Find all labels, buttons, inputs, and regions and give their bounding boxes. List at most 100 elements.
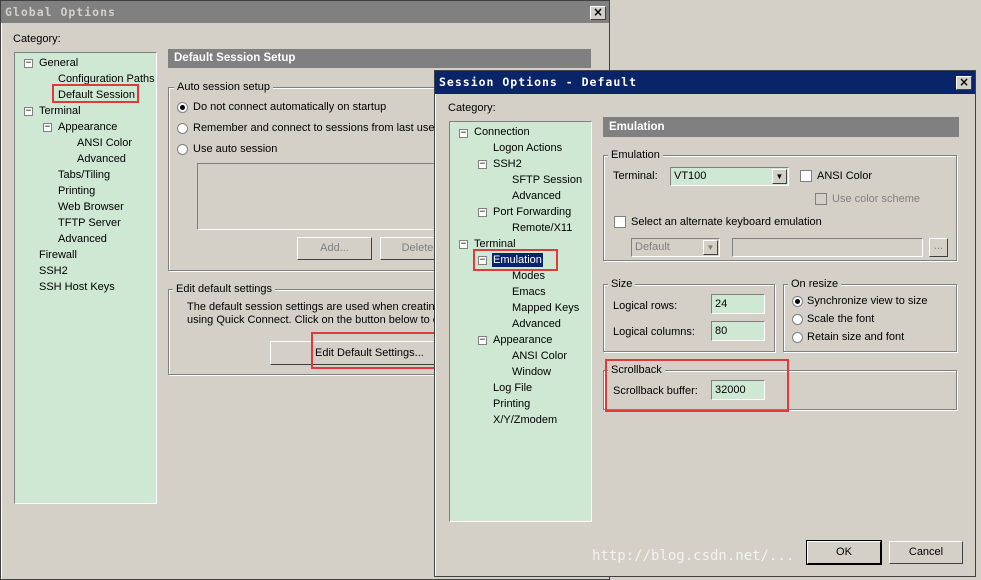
- tree-item-modes[interactable]: Modes: [512, 269, 545, 283]
- radio-scale-font-label[interactable]: Scale the font: [807, 312, 874, 326]
- radio-retain-size[interactable]: [792, 332, 803, 343]
- window-title: Session Options - Default: [439, 75, 638, 89]
- ansi-color-checkbox[interactable]: [800, 170, 812, 182]
- tree-item-firewall[interactable]: Firewall: [39, 248, 77, 262]
- radio-synchronize[interactable]: [792, 296, 803, 307]
- tree-item-web-browser[interactable]: Web Browser: [58, 200, 124, 214]
- scrollback-buffer-input[interactable]: 32000: [711, 380, 765, 400]
- category-label: Category:: [13, 33, 61, 45]
- tree-item-configuration-paths[interactable]: Configuration Paths: [58, 72, 155, 86]
- terminal-value: VT100: [674, 170, 707, 182]
- cancel-button[interactable]: Cancel: [889, 541, 963, 564]
- session-options-titlebar[interactable]: Session Options - Default: [435, 71, 975, 94]
- tree-item-advanced[interactable]: Advanced: [58, 232, 107, 246]
- edit-defaults-desc-2: using Quick Connect. Click on the button…: [187, 314, 439, 326]
- cols-label: Logical columns:: [613, 326, 695, 338]
- section-title: Default Session Setup: [168, 49, 591, 68]
- tree-item-ssh2[interactable]: SSH2: [493, 157, 522, 171]
- rows-label: Logical rows:: [613, 300, 678, 312]
- tree-item-tabs-tiling[interactable]: Tabs/Tiling: [58, 168, 110, 182]
- tree-item-ssh2[interactable]: SSH2: [39, 264, 68, 278]
- tree-item-emulation[interactable]: Emulation: [492, 253, 543, 267]
- keyboard-file-input[interactable]: [732, 238, 923, 257]
- tree-item-ansi-color[interactable]: ANSI Color: [77, 136, 132, 150]
- chevron-down-icon[interactable]: ▼: [772, 169, 787, 184]
- category-label: Category:: [448, 102, 496, 114]
- radio-remember-label[interactable]: Remember and connect to sessions from la…: [193, 121, 435, 135]
- tree-item-printing[interactable]: Printing: [58, 184, 95, 198]
- tree-item-window[interactable]: Window: [512, 365, 551, 379]
- tree-item-connection[interactable]: Connection: [474, 125, 530, 139]
- emulation-label: Emulation: [608, 149, 663, 161]
- auto-session-label: Auto session setup: [174, 81, 273, 93]
- alt-keyboard-checkbox[interactable]: [614, 216, 626, 228]
- radio-auto-session-label[interactable]: Use auto session: [193, 142, 277, 156]
- size-label: Size: [608, 278, 636, 290]
- session-category-tree[interactable]: − Connection Logon Actions − SSH2 SFTP S…: [449, 121, 592, 522]
- keyboard-value: Default: [635, 241, 670, 253]
- radio-scale-font[interactable]: [792, 314, 803, 325]
- radio-retain-size-label[interactable]: Retain size and font: [807, 330, 904, 344]
- close-icon[interactable]: ×: [956, 76, 972, 90]
- edit-default-settings-button[interactable]: Edit Default Settings...: [270, 341, 436, 365]
- cols-input[interactable]: 80: [711, 321, 765, 341]
- edit-defaults-desc-1: The default session settings are used wh…: [187, 301, 441, 313]
- tree-item-mapped-keys[interactable]: Mapped Keys: [512, 301, 579, 315]
- keyboard-dropdown[interactable]: Default ▼: [631, 238, 720, 257]
- watermark: http://blog.csdn.net/...: [592, 548, 795, 564]
- tree-item-remote-x11[interactable]: Remote/X11: [512, 221, 572, 235]
- radio-remember[interactable]: [177, 123, 188, 134]
- tree-item-general[interactable]: General: [39, 56, 78, 70]
- collapse-icon[interactable]: −: [459, 240, 468, 249]
- terminal-dropdown[interactable]: VT100 ▼: [670, 167, 789, 186]
- add-button[interactable]: Add...: [297, 237, 372, 260]
- close-icon[interactable]: ×: [590, 6, 606, 20]
- collapse-icon[interactable]: −: [478, 208, 487, 217]
- window-title: Global Options: [5, 5, 116, 19]
- tree-item-appearance[interactable]: Appearance: [493, 333, 552, 347]
- rows-input[interactable]: 24: [711, 294, 765, 314]
- tree-item-default-session[interactable]: Default Session: [58, 88, 135, 102]
- radio-auto-session[interactable]: [177, 144, 188, 155]
- collapse-icon[interactable]: −: [478, 160, 487, 169]
- radio-no-connect-label[interactable]: Do not connect automatically on startup: [193, 100, 386, 114]
- tree-item-printing[interactable]: Printing: [493, 397, 530, 411]
- section-title: Emulation: [603, 117, 959, 137]
- collapse-icon[interactable]: −: [43, 123, 52, 132]
- collapse-icon[interactable]: −: [478, 256, 487, 265]
- tree-item-tftp-server[interactable]: TFTP Server: [58, 216, 121, 230]
- collapse-icon[interactable]: −: [24, 59, 33, 68]
- tree-item-ssh-host-keys[interactable]: SSH Host Keys: [39, 280, 115, 294]
- tree-item-ansi-color[interactable]: ANSI Color: [512, 349, 567, 363]
- tree-item-logon-actions[interactable]: Logon Actions: [493, 141, 562, 155]
- tree-item-advanced[interactable]: Advanced: [77, 152, 126, 166]
- tree-item-advanced[interactable]: Advanced: [512, 317, 561, 331]
- chevron-down-icon[interactable]: ▼: [703, 240, 718, 255]
- tree-item-terminal[interactable]: Terminal: [39, 104, 81, 118]
- use-color-scheme-label[interactable]: Use color scheme: [832, 192, 920, 206]
- collapse-icon[interactable]: −: [24, 107, 33, 116]
- radio-no-connect[interactable]: [177, 102, 188, 113]
- tree-item-advanced[interactable]: Advanced: [512, 189, 561, 203]
- global-options-titlebar[interactable]: Global Options: [1, 1, 609, 23]
- tree-item-sftp-session[interactable]: SFTP Session: [512, 173, 582, 187]
- collapse-icon[interactable]: −: [478, 336, 487, 345]
- scrollback-buffer-label: Scrollback buffer:: [613, 385, 698, 397]
- alt-keyboard-label[interactable]: Select an alternate keyboard emulation: [631, 215, 822, 229]
- use-color-scheme-checkbox[interactable]: [815, 193, 827, 205]
- ansi-color-label[interactable]: ANSI Color: [817, 169, 872, 183]
- radio-synchronize-label[interactable]: Synchronize view to size: [807, 294, 927, 308]
- tree-item-port-forwarding[interactable]: Port Forwarding: [493, 205, 571, 219]
- tree-item-terminal[interactable]: Terminal: [474, 237, 516, 251]
- collapse-icon[interactable]: −: [459, 129, 468, 138]
- auto-session-list[interactable]: [197, 163, 447, 230]
- tree-item-appearance[interactable]: Appearance: [58, 120, 117, 134]
- browse-button[interactable]: ...: [929, 238, 948, 257]
- tree-item-log-file[interactable]: Log File: [493, 381, 532, 395]
- terminal-label: Terminal:: [613, 170, 658, 182]
- global-category-tree[interactable]: − General Configuration Paths Default Se…: [14, 52, 157, 504]
- ok-button[interactable]: OK: [807, 541, 881, 564]
- tree-item-emacs[interactable]: Emacs: [512, 285, 546, 299]
- scrollback-label: Scrollback: [608, 364, 665, 376]
- tree-item-xyzmodem[interactable]: X/Y/Zmodem: [493, 413, 557, 427]
